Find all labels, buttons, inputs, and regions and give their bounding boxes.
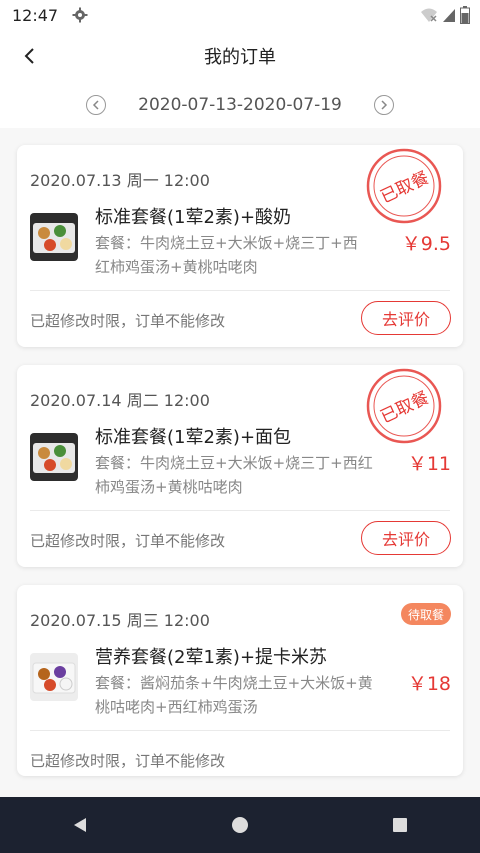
battery-icon xyxy=(460,6,470,28)
order-list[interactable]: 2020.07.13 周一 12:00 已取餐 标准套餐(1荤2素)+酸奶 套餐… xyxy=(0,128,480,797)
nav-recents-button[interactable] xyxy=(380,805,420,845)
order-card[interactable]: 2020.07.14 周二 12:00 已取餐 标准套餐(1荤2素)+面包 套餐… xyxy=(17,365,463,567)
modify-notice: 已超修改时限，订单不能修改 xyxy=(30,312,226,330)
meal-name: 标准套餐(1荤2素)+酸奶 xyxy=(95,207,292,228)
settings-gear-icon xyxy=(72,7,88,23)
divider xyxy=(30,510,450,511)
prev-week-button[interactable] xyxy=(86,95,107,115)
square-recents-icon xyxy=(393,818,407,832)
next-week-button[interactable] xyxy=(373,95,394,115)
nav-back-button[interactable] xyxy=(60,805,100,845)
wifi-icon xyxy=(420,7,438,27)
meal-name: 标准套餐(1荤2素)+面包 xyxy=(95,427,292,448)
modify-notice: 已超修改时限，订单不能修改 xyxy=(30,752,226,770)
chevron-left-icon xyxy=(93,100,99,110)
order-date: 2020.07.15 周三 12:00 xyxy=(30,611,210,630)
meal-description-line: 套餐：牛肉烧土豆+大米饭+烧三丁+西 xyxy=(95,234,358,252)
order-price: ￥18 xyxy=(407,673,451,695)
review-button[interactable]: 去评价 xyxy=(361,521,451,555)
meal-description: 套餐：牛肉烧土豆+大米饭+烧三丁+西 红柿鸡蛋汤+黄桃咕咾肉 xyxy=(95,231,358,279)
date-range-nav: 2020-07-13-2020-07-19 xyxy=(0,82,480,128)
order-date: 2020.07.14 周二 12:00 xyxy=(30,391,210,410)
status-bar: 12:47 xyxy=(0,0,480,30)
order-card[interactable]: 2020.07.15 周三 12:00 待取餐 营养套餐(2荤1素)+提卡米苏 … xyxy=(17,585,463,776)
app-header: 我的订单 xyxy=(0,30,480,82)
meal-description-line: 桃咕咾肉+西红柿鸡蛋汤 xyxy=(95,698,258,716)
meal-name: 营养套餐(2荤1素)+提卡米苏 xyxy=(95,647,328,668)
chevron-right-icon xyxy=(381,100,387,110)
system-nav-bar xyxy=(0,797,480,853)
modify-notice: 已超修改时限，订单不能修改 xyxy=(30,532,226,550)
order-card[interactable]: 2020.07.13 周一 12:00 已取餐 标准套餐(1荤2素)+酸奶 套餐… xyxy=(17,145,463,347)
status-time: 12:47 xyxy=(12,5,59,25)
order-price: ￥11 xyxy=(407,453,451,475)
circle-home-icon xyxy=(232,817,248,833)
stamp-text: 已取餐 xyxy=(378,388,433,428)
divider xyxy=(30,290,450,291)
signal-icon xyxy=(442,7,456,27)
page-title: 我的订单 xyxy=(204,47,276,68)
picked-up-stamp-icon: 已取餐 xyxy=(366,368,442,444)
meal-description-line: 套餐：酱焖茄条+牛肉烧土豆+大米饭+黄 xyxy=(95,674,373,692)
picked-up-stamp-icon: 已取餐 xyxy=(366,148,442,224)
meal-description-line: 柿鸡蛋汤+黄桃咕咾肉 xyxy=(95,478,243,496)
back-button[interactable] xyxy=(18,44,42,68)
pending-pickup-badge: 待取餐 xyxy=(400,603,451,625)
chevron-left-icon xyxy=(24,48,34,64)
order-date: 2020.07.13 周一 12:00 xyxy=(30,171,210,190)
triangle-back-icon xyxy=(74,818,86,832)
review-button[interactable]: 去评价 xyxy=(361,301,451,335)
meal-description: 套餐：牛肉烧土豆+大米饭+烧三丁+西红 柿鸡蛋汤+黄桃咕咾肉 xyxy=(95,451,373,499)
meal-thumbnail xyxy=(30,653,78,701)
meal-description-line: 红柿鸡蛋汤+黄桃咕咾肉 xyxy=(95,258,258,276)
meal-description-line: 套餐：牛肉烧土豆+大米饭+烧三丁+西红 xyxy=(95,454,373,472)
divider xyxy=(30,730,450,731)
meal-description: 套餐：酱焖茄条+牛肉烧土豆+大米饭+黄 桃咕咾肉+西红柿鸡蛋汤 xyxy=(95,671,373,719)
order-price: ￥9.5 xyxy=(401,233,451,255)
meal-thumbnail xyxy=(30,213,78,261)
date-range-label: 2020-07-13-2020-07-19 xyxy=(138,95,342,115)
stamp-text: 已取餐 xyxy=(378,168,433,208)
meal-thumbnail xyxy=(30,433,78,481)
nav-home-button[interactable] xyxy=(220,805,260,845)
